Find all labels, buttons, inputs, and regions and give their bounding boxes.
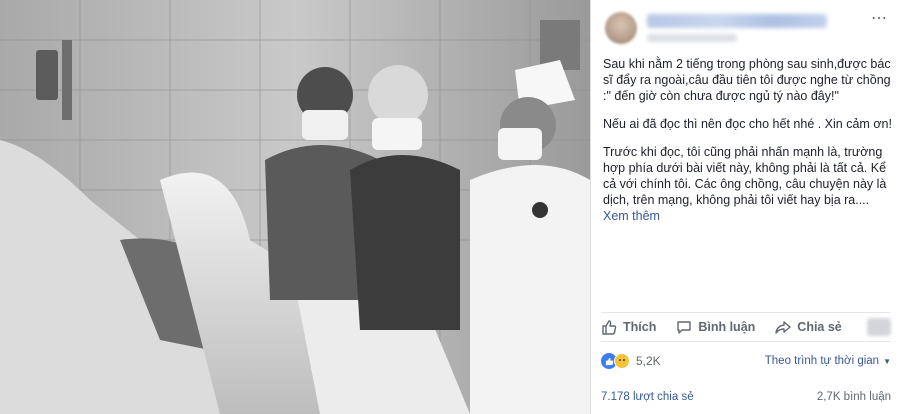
like-label: Thích	[623, 320, 657, 334]
audience-selector-redacted[interactable]	[867, 318, 891, 336]
reaction-count[interactable]: 5,2K	[636, 354, 661, 368]
see-more-link[interactable]: Xem thêm	[603, 208, 893, 224]
share-button[interactable]: Chia sẻ	[775, 319, 842, 335]
post-paragraph: Trước khi đọc, tôi cũng phải nhấn mạnh l…	[603, 144, 893, 208]
comment-sort-dropdown[interactable]: Theo trình tự thời gian ▼	[765, 355, 891, 367]
sort-label: Theo trình tự thời gian	[764, 355, 880, 367]
like-button[interactable]: Thích	[601, 319, 656, 335]
avatar[interactable]	[605, 12, 637, 44]
comment-button[interactable]: Bình luận	[676, 319, 755, 335]
stats-row: 7.178 lượt chia sẻ 2,7K bình luận	[601, 388, 891, 406]
post-paragraph-text: Trước khi đọc, tôi cũng phải nhấn mạnh l…	[603, 145, 887, 207]
action-bar: Thích Bình luận Chia sẻ	[601, 312, 891, 342]
post-photo[interactable]	[0, 0, 590, 414]
author-name-redacted[interactable]	[647, 14, 827, 28]
post-paragraph: Nếu ai đã đọc thì nên đọc cho hết nhé . …	[603, 117, 892, 131]
reaction-icons[interactable]	[601, 353, 630, 369]
chevron-down-icon: ▼	[883, 356, 891, 366]
post-panel: ⋯ Sau khi nằm 2 tiếng trong phòng sau si…	[590, 0, 900, 414]
share-label: Chia sẻ	[797, 320, 842, 334]
post-body: Sau khi nằm 2 tiếng trong phòng sau sinh…	[603, 56, 893, 224]
comment-icon	[677, 321, 692, 334]
post-meta-redacted	[647, 34, 737, 42]
share-arrow-icon	[775, 321, 791, 334]
sad-icon	[614, 353, 630, 369]
more-options-icon[interactable]: ⋯	[869, 10, 889, 28]
hospital-photo-image	[0, 0, 590, 414]
comment-label: Bình luận	[698, 320, 756, 334]
post-header: ⋯	[601, 8, 893, 48]
reactions-row: 5,2K Theo trình tự thời gian ▼	[601, 350, 891, 372]
comment-count[interactable]: 2,7K bình luận	[817, 391, 891, 403]
share-count-link[interactable]: 7.178 lượt chia sẻ	[601, 391, 694, 403]
thumbs-up-icon	[602, 320, 617, 335]
post-paragraph: Sau khi nằm 2 tiếng trong phòng sau sinh…	[603, 57, 891, 103]
